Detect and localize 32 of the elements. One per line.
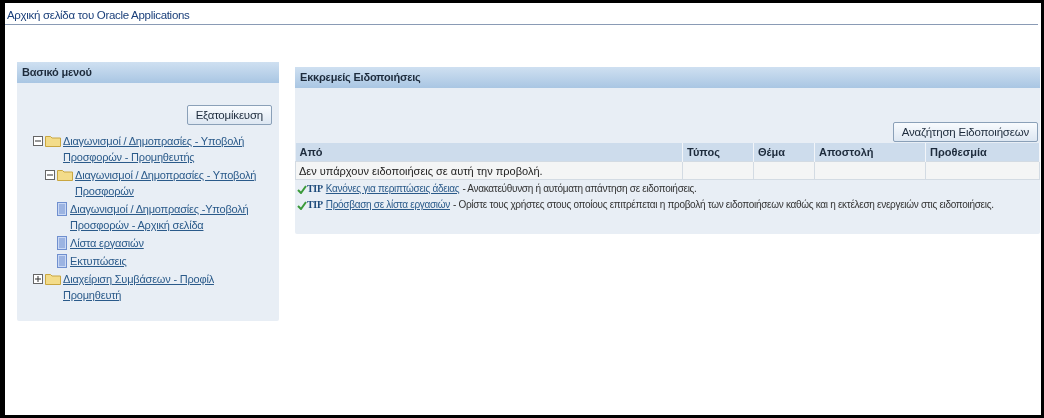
column-header: Προθεσμία [925, 143, 1040, 162]
folder-icon [57, 169, 73, 181]
tip-label: TIP [307, 198, 323, 212]
panel-title: Βασικό μενού [17, 62, 279, 83]
tip-link[interactable]: Πρόσβαση σε λίστα εργασιών [325, 198, 450, 212]
menu-link[interactable]: Διαγωνισμοί / Δημοπρασίες -Υποβολή Προσφορών - Αρχική σελίδα [70, 201, 271, 233]
collapse-icon[interactable] [33, 136, 43, 146]
menu-link[interactable]: Εκτυπώσεις [70, 253, 127, 269]
tip-label: TIP [307, 182, 323, 196]
column-header: Θέμα [753, 143, 815, 162]
menu-link[interactable]: Διαχείριση Συμβάσεων - Προφίλ Προμηθευτή [63, 271, 271, 303]
column-header: Τύπος [682, 143, 754, 162]
folder-icon [45, 135, 61, 147]
tip-text: - Ορίστε τους χρήστες στους οποίους επιτρέπεται η προβολή των ειδοποιήσεων καθώς και η εκτέλεση ενεργειών στις ειδοποιήσεις. [453, 198, 994, 212]
tip-link[interactable]: Κανόνες για περιπτώσεις άδειας [325, 182, 460, 196]
page-title: Αρχική σελίδα του Oracle Applications [7, 9, 190, 21]
search-notifications-button[interactable]: Αναζήτηση Ειδοποιήσεων [892, 122, 1038, 142]
document-icon [57, 202, 67, 216]
document-icon [57, 236, 67, 250]
expand-icon[interactable] [33, 274, 43, 284]
personalize-button[interactable]: Εξατομίκευση [186, 105, 272, 125]
column-header: Αποστολή [814, 143, 926, 162]
folder-icon [45, 273, 61, 285]
menu-link[interactable]: Λίστα εργασιών [70, 235, 144, 251]
panel-title: Εκκρεμείς Ειδοποιήσεις [295, 67, 1040, 88]
collapse-icon[interactable] [45, 170, 55, 180]
column-header: Από [295, 143, 683, 162]
menu-link[interactable]: Διαγωνισμοί / Δημοπρασίες - Υποβολή Προσφορών - Προμηθευτής [63, 133, 271, 165]
tip-text: - Ανακατεύθυνση ή αυτόματη απάντηση σε ειδοποιήσεις. [462, 182, 697, 196]
empty-message: Δεν υπάρχουν ειδοποιήσεις σε αυτή την προβολή. [299, 164, 543, 177]
document-icon [57, 254, 67, 268]
menu-link[interactable]: Διαγωνισμοί / Δημοπρασίες - Υποβολή Προσφορών [75, 167, 271, 199]
